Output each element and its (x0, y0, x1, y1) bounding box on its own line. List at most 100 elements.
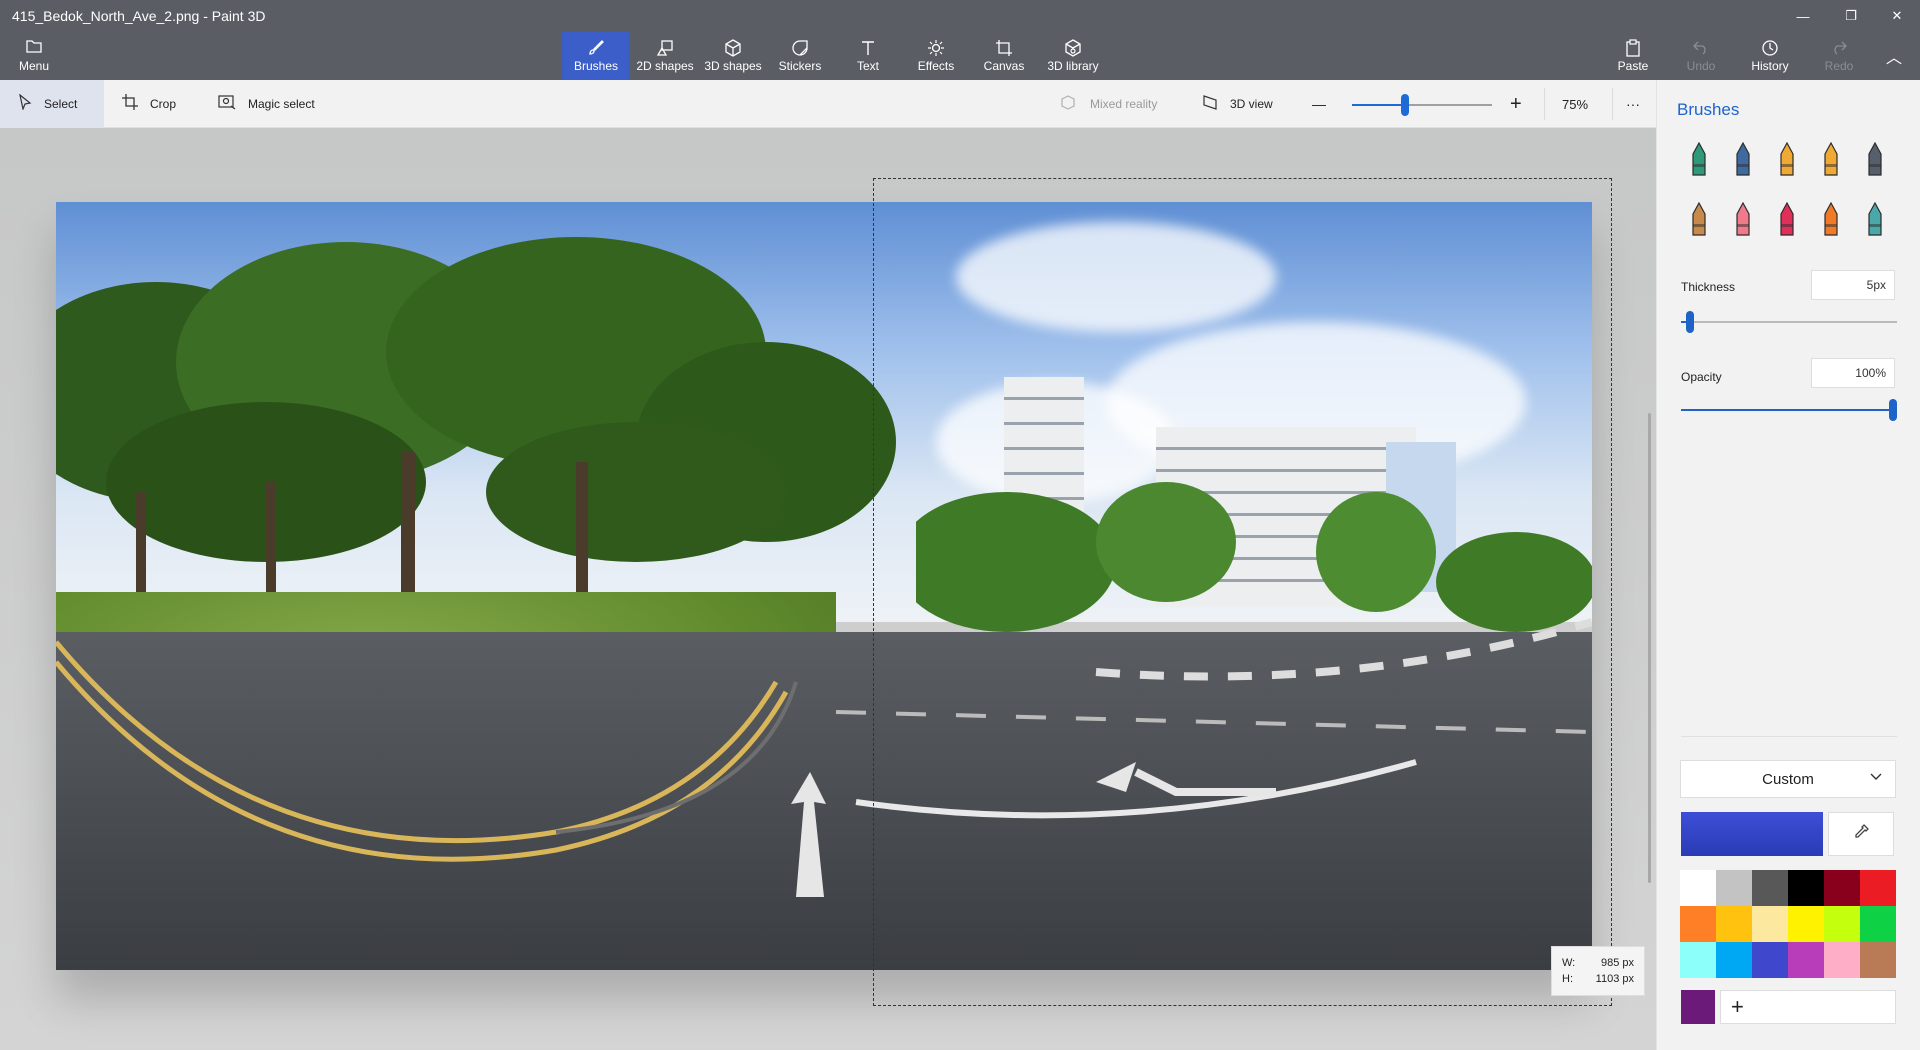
color-swatch[interactable] (1680, 942, 1716, 978)
thickness-label: Thickness (1681, 280, 1736, 294)
crop-icon (122, 93, 138, 115)
zoom-level[interactable]: 75% (1552, 80, 1598, 128)
tab-3d-library[interactable]: 3D library (1040, 32, 1106, 80)
color-swatch[interactable] (1752, 870, 1788, 906)
opacity-label: Opacity (1681, 370, 1722, 384)
paste-button[interactable]: Paste (1608, 32, 1658, 80)
color-mode-dropdown[interactable]: Custom (1680, 760, 1896, 798)
color-swatch[interactable] (1824, 942, 1860, 978)
opacity-input[interactable]: 100% (1811, 358, 1895, 388)
brush-option[interactable] (1765, 140, 1809, 184)
brush-option[interactable] (1809, 140, 1853, 184)
brush-option[interactable] (1677, 200, 1721, 244)
history-label: History (1751, 59, 1789, 73)
select-tool[interactable]: Select (0, 80, 104, 128)
brush-option[interactable] (1809, 200, 1853, 244)
redo-button[interactable]: Redo (1814, 32, 1864, 80)
history-button[interactable]: History (1744, 32, 1796, 80)
brush-icon (587, 39, 605, 59)
undo-label: Undo (1686, 59, 1716, 73)
color-swatch[interactable] (1680, 870, 1716, 906)
redo-label: Redo (1824, 59, 1854, 73)
zoom-slider-thumb[interactable] (1400, 94, 1409, 116)
opacity-slider-thumb[interactable] (1889, 399, 1897, 421)
minimize-button[interactable]: — (1780, 0, 1826, 32)
thickness-slider-thumb[interactable] (1685, 311, 1694, 333)
tab-stickers[interactable]: Stickers (770, 32, 830, 80)
brush-option[interactable] (1721, 200, 1765, 244)
color-swatch[interactable] (1680, 906, 1716, 942)
tab-label: Stickers (778, 59, 822, 73)
color-swatch[interactable] (1752, 942, 1788, 978)
mixed-reality-button[interactable]: Mixed reality (1042, 80, 1175, 128)
panel-divider (1681, 736, 1897, 737)
canvas-area[interactable]: W: 985 px H: 1103 px (0, 128, 1656, 1050)
redo-icon (1830, 39, 1848, 59)
magic-select-tool[interactable]: Magic select (200, 80, 333, 128)
collapse-ribbon-button[interactable]: ︿ (1872, 32, 1916, 80)
color-swatch[interactable] (1860, 906, 1896, 942)
tab-text[interactable]: Text (838, 32, 898, 80)
close-button[interactable]: ✕ (1874, 0, 1920, 32)
restore-button[interactable]: ❐ (1828, 0, 1874, 32)
color-swatch[interactable] (1788, 906, 1824, 942)
color-swatch[interactable] (1860, 942, 1896, 978)
brush-option[interactable] (1853, 140, 1897, 184)
brush-option[interactable] (1853, 200, 1897, 244)
undo-button[interactable]: Undo (1676, 32, 1726, 80)
tab-3d-shapes[interactable]: 3D shapes (700, 32, 766, 80)
zoom-out-button[interactable]: — (1302, 80, 1336, 128)
eyedropper-icon (1852, 823, 1870, 846)
color-swatch[interactable] (1788, 942, 1824, 978)
color-swatch[interactable] (1752, 906, 1788, 942)
selection-box[interactable] (873, 178, 1612, 1006)
brush-option[interactable] (1765, 200, 1809, 244)
crop-tool[interactable]: Crop (104, 80, 194, 128)
color-swatch[interactable] (1716, 906, 1752, 942)
3d-view-label: 3D view (1230, 97, 1273, 111)
tab-label: 3D library (1047, 59, 1099, 73)
color-swatch[interactable] (1788, 870, 1824, 906)
zoom-in-button[interactable]: + (1500, 80, 1532, 128)
thickness-slider-track[interactable] (1681, 321, 1897, 323)
color-mode-label: Custom (1762, 770, 1814, 788)
clipboard-icon (1625, 39, 1641, 59)
pixel-pen-icon (1864, 141, 1886, 183)
thickness-input[interactable]: 5px (1811, 270, 1895, 300)
chevron-down-icon (1869, 769, 1883, 786)
toolbar-divider (1544, 88, 1545, 120)
width-value: 985 px (1600, 957, 1634, 969)
canvas-icon (995, 39, 1013, 59)
color-swatch[interactable] (1716, 870, 1752, 906)
color-swatch[interactable] (1716, 942, 1752, 978)
width-label: W: (1562, 957, 1576, 969)
3d-library-icon (1064, 39, 1082, 59)
marker-brush-icon (1688, 141, 1710, 183)
toolbar-divider (1612, 88, 1613, 120)
tab-label: Text (856, 59, 879, 73)
brush-option[interactable] (1721, 140, 1765, 184)
tab-2d-shapes[interactable]: 2D shapes (632, 32, 698, 80)
selected-color-preview[interactable] (1681, 812, 1823, 856)
zoom-slider-track[interactable] (1404, 104, 1492, 106)
sun-icon (927, 39, 945, 59)
undo-icon (1692, 39, 1710, 59)
eyedropper-button[interactable] (1828, 812, 1894, 856)
eraser-icon (1732, 201, 1754, 243)
3d-view-button[interactable]: 3D view (1184, 80, 1291, 128)
tab-effects[interactable]: Effects (906, 32, 966, 80)
color-swatch[interactable] (1824, 906, 1860, 942)
tab-canvas[interactable]: Canvas (974, 32, 1034, 80)
ribbon: Menu Brushes 2D shapes 3D shapes Sticker… (0, 32, 1920, 80)
add-color-button[interactable]: + (1720, 990, 1896, 1024)
menu-button[interactable]: Menu (10, 32, 58, 80)
more-options-button[interactable]: ··· (1618, 80, 1648, 128)
mixed-reality-icon (1060, 94, 1078, 115)
vertical-scrollbar[interactable] (1648, 413, 1651, 883)
color-swatch[interactable] (1824, 870, 1860, 906)
zoom-slider-fill (1352, 104, 1405, 106)
tab-brushes[interactable]: Brushes (562, 32, 630, 80)
brush-option[interactable] (1677, 140, 1721, 184)
color-swatch[interactable] (1860, 870, 1896, 906)
custom-color-swatch[interactable] (1681, 990, 1715, 1024)
